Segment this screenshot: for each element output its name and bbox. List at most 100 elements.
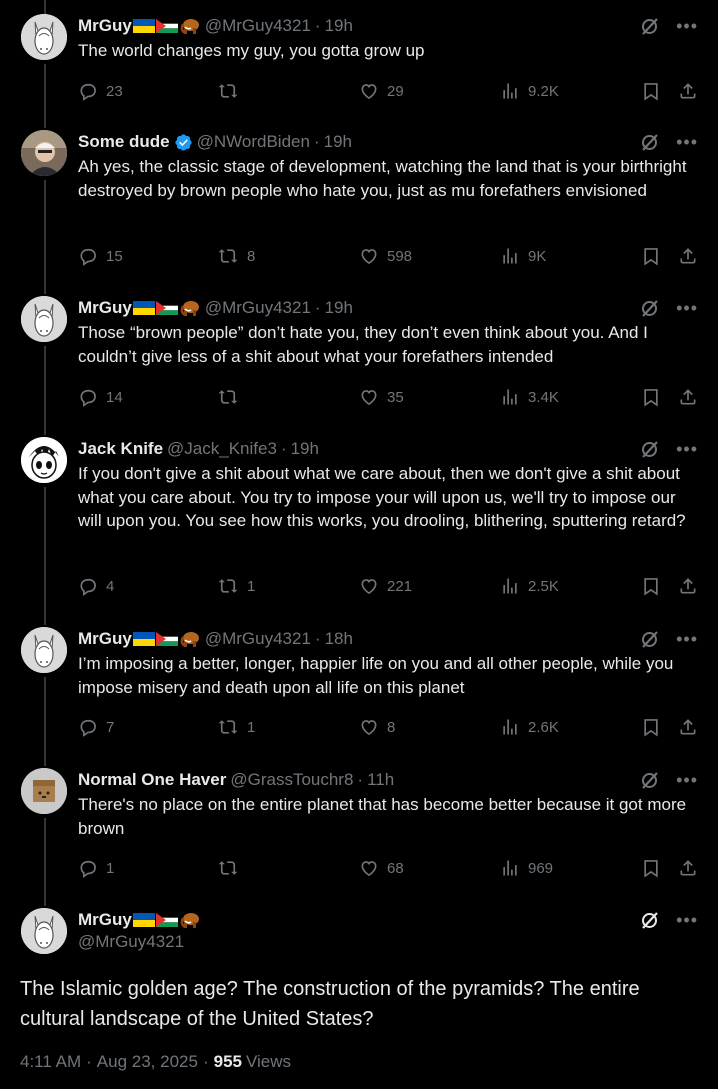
more-icon[interactable]: ••• <box>676 630 698 648</box>
share-button[interactable] <box>678 246 706 266</box>
repost-button[interactable] <box>217 387 247 407</box>
tweet-date[interactable]: Aug 23, 2025 <box>97 1052 198 1072</box>
bookmark-button[interactable] <box>641 387 669 407</box>
more-icon[interactable]: ••• <box>676 911 698 929</box>
like-button[interactable]: 598 <box>359 246 412 266</box>
share-button[interactable] <box>678 576 706 596</box>
share-button[interactable] <box>678 81 706 101</box>
views-button[interactable]: 9K <box>500 246 546 266</box>
donkey-avatar-icon <box>21 14 67 60</box>
author-handle[interactable]: @MrGuy4321 <box>205 629 311 649</box>
avatar[interactable] <box>21 14 67 60</box>
reply-count: 7 <box>106 718 115 736</box>
avatar[interactable] <box>21 627 67 673</box>
views-icon <box>500 387 528 407</box>
grok-icon[interactable] <box>640 132 660 152</box>
repost-button[interactable]: 1 <box>217 576 255 596</box>
like-button[interactable]: 8 <box>359 717 395 737</box>
reply-icon <box>78 246 106 266</box>
author-handle[interactable]: @GrassTouchr8 <box>230 770 353 790</box>
tweet-time[interactable]: 19h <box>325 298 353 318</box>
repost-icon <box>217 717 247 737</box>
author-handle[interactable]: @Jack_Knife3 <box>167 439 277 459</box>
more-icon[interactable]: ••• <box>676 133 698 151</box>
reply-button[interactable]: 23 <box>78 81 123 101</box>
reply-count: 14 <box>106 388 123 406</box>
more-icon[interactable]: ••• <box>676 440 698 458</box>
reply-button[interactable]: 15 <box>78 246 123 266</box>
repost-button[interactable]: 1 <box>217 717 255 737</box>
grok-icon[interactable] <box>640 629 660 649</box>
views-button[interactable]: 2.5K <box>500 576 559 596</box>
reply-button[interactable]: 4 <box>78 576 114 596</box>
palestine-flag-icon <box>155 632 178 646</box>
avatar[interactable] <box>21 296 67 342</box>
tweet-text: I’m imposing a better, longer, happier l… <box>78 654 674 697</box>
reply-button[interactable]: 7 <box>78 717 114 737</box>
author-name[interactable]: Jack Knife <box>78 439 163 459</box>
author-name[interactable]: Normal One Haver <box>78 770 226 790</box>
grok-icon[interactable] <box>640 910 660 930</box>
bookmark-icon <box>641 576 669 596</box>
like-count: 29 <box>387 82 404 100</box>
views-button[interactable]: 3.4K <box>500 387 559 407</box>
bookmark-button[interactable] <box>641 858 669 878</box>
tweet-time[interactable]: 11h <box>367 770 394 790</box>
more-icon[interactable]: ••• <box>676 299 698 317</box>
author-handle[interactable]: @NWordBiden <box>197 132 310 152</box>
author-name[interactable]: MrGuy <box>78 16 132 36</box>
author-handle[interactable]: @MrGuy4321 <box>78 932 184 952</box>
like-button[interactable]: 35 <box>359 387 404 407</box>
reply-button[interactable]: 1 <box>78 858 114 878</box>
heart-icon <box>359 858 387 878</box>
avatar[interactable] <box>21 437 67 483</box>
author-name[interactable]: MrGuy <box>78 910 132 930</box>
author-name[interactable]: MrGuy <box>78 629 132 649</box>
bookmark-button[interactable] <box>641 717 669 737</box>
separator: · <box>357 770 364 789</box>
thread-connector <box>44 487 46 625</box>
views-count: 969 <box>528 859 554 877</box>
tweet-time[interactable]: 18h <box>325 629 353 649</box>
grok-icon[interactable] <box>640 439 660 459</box>
ukraine-flag-icon <box>132 19 155 33</box>
views-button[interactable]: 2.6K <box>500 717 559 737</box>
author-name[interactable]: Some dude <box>78 132 170 152</box>
share-button[interactable] <box>678 387 706 407</box>
avatar[interactable] <box>21 768 67 814</box>
more-icon[interactable]: ••• <box>676 771 698 789</box>
avatar[interactable] <box>21 908 67 954</box>
like-button[interactable]: 29 <box>359 81 404 101</box>
author-handle[interactable]: @MrGuy4321 <box>205 16 311 36</box>
separator: · <box>86 1052 92 1071</box>
mammoth-emoji-icon <box>179 299 201 317</box>
tweet-time[interactable]: 4:11 AM <box>20 1052 81 1072</box>
tweet-time[interactable]: 19h <box>291 439 319 459</box>
repost-button[interactable] <box>217 858 247 878</box>
author-handle[interactable]: @MrGuy4321 <box>205 298 311 318</box>
separator: · <box>280 439 287 458</box>
tweet-time[interactable]: 19h <box>324 132 352 152</box>
bookmark-button[interactable] <box>641 576 669 596</box>
tweet-time[interactable]: 19h <box>325 16 353 36</box>
bookmark-icon <box>641 246 669 266</box>
repost-button[interactable]: 8 <box>217 246 255 266</box>
tweet-actions: 15 8 598 9K <box>78 246 698 268</box>
bookmark-button[interactable] <box>641 246 669 266</box>
bookmark-button[interactable] <box>641 81 669 101</box>
grok-icon[interactable] <box>640 298 660 318</box>
like-button[interactable]: 221 <box>359 576 412 596</box>
share-button[interactable] <box>678 717 706 737</box>
like-button[interactable]: 68 <box>359 858 404 878</box>
reply-button[interactable]: 14 <box>78 387 123 407</box>
views-button[interactable]: 9.2K <box>500 81 559 101</box>
grok-icon[interactable] <box>640 16 660 36</box>
more-icon[interactable]: ••• <box>676 17 698 35</box>
views-button[interactable]: 969 <box>500 858 553 878</box>
avatar[interactable] <box>21 130 67 176</box>
share-button[interactable] <box>678 858 706 878</box>
grok-icon[interactable] <box>640 770 660 790</box>
repost-button[interactable] <box>217 81 247 101</box>
reply-icon <box>78 717 106 737</box>
author-name[interactable]: MrGuy <box>78 298 132 318</box>
